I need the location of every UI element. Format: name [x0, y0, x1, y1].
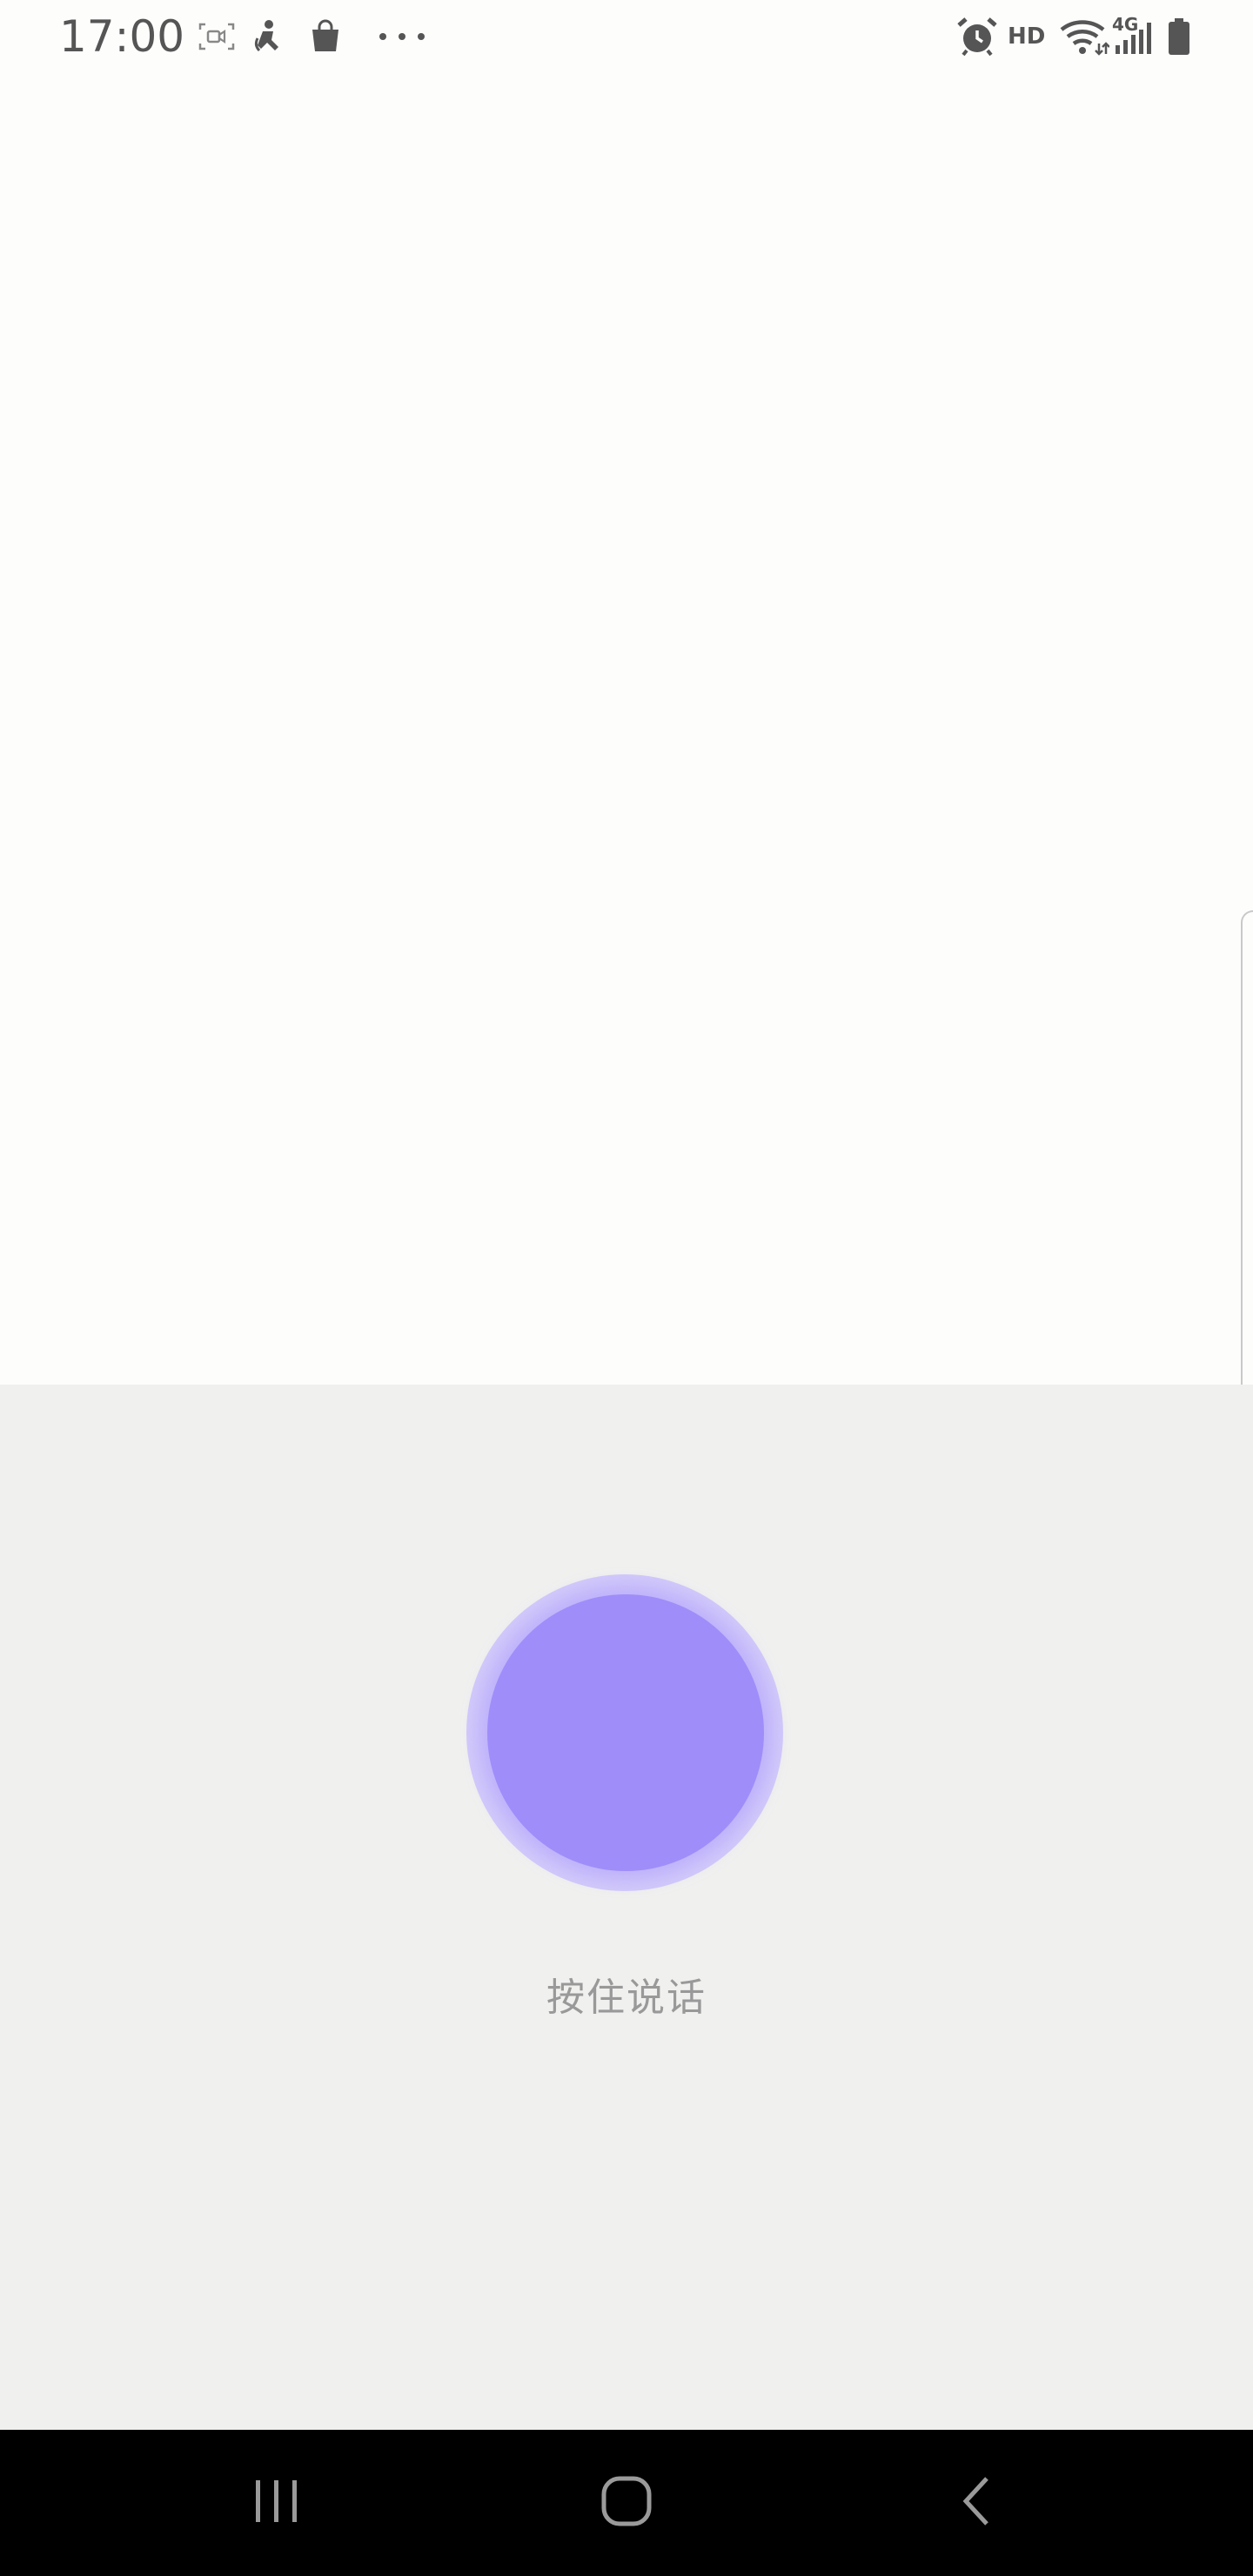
app-screen: 17:00 HD 4G 按住说话 — [0, 0, 1253, 2576]
cell-signal-icon: 4G — [1110, 14, 1159, 57]
hold-to-talk-label: 按住说话 — [546, 1976, 707, 2020]
home-button[interactable] — [583, 2459, 670, 2546]
wifi-icon — [1058, 16, 1110, 57]
hd-indicator: HD — [1008, 23, 1046, 50]
more-dots-icon — [374, 16, 430, 57]
screen-record-icon — [197, 16, 237, 57]
hold-to-talk-button[interactable] — [487, 1594, 764, 1871]
voice-input-panel: 按住说话 — [0, 1385, 1253, 2430]
status-bar: 17:00 HD 4G — [0, 0, 1253, 73]
navigation-bar — [0, 2430, 1253, 2576]
status-time: 17:00 — [59, 11, 185, 62]
back-icon — [957, 2475, 995, 2531]
edge-panel-handle[interactable] — [1241, 910, 1253, 1403]
accessibility-figure-icon — [251, 16, 285, 57]
battery-icon — [1164, 16, 1194, 57]
alarm-icon — [955, 16, 999, 57]
shopping-bag-icon — [306, 16, 345, 57]
home-icon — [600, 2475, 653, 2531]
content-area — [0, 73, 1253, 1403]
back-button[interactable] — [933, 2459, 1020, 2546]
recent-apps-button[interactable] — [233, 2459, 320, 2546]
recent-apps-icon — [251, 2477, 303, 2529]
